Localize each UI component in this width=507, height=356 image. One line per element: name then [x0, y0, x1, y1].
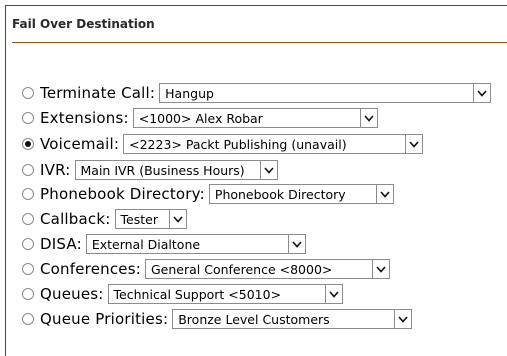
chevron-down-icon	[324, 285, 342, 303]
radio-voicemail[interactable]	[22, 138, 34, 150]
section-title: Fail Over Destination	[12, 17, 155, 31]
option-extensions: Extensions: <1000> Alex Robar	[22, 107, 378, 129]
option-ivr: IVR: Main IVR (Business Hours)	[22, 159, 278, 181]
chevron-down-icon	[405, 135, 422, 153]
option-label: Queue Priorities:	[40, 310, 169, 328]
chevron-down-icon	[394, 310, 411, 328]
select-value: <1000> Alex Robar	[138, 110, 263, 126]
radio-queue-priorities[interactable]	[22, 313, 34, 325]
option-disa: DISA: External Dialtone	[22, 233, 306, 255]
chevron-down-icon	[375, 185, 393, 203]
select-value: Main IVR (Business Hours)	[80, 162, 245, 178]
select-value: Hangup	[165, 85, 214, 101]
radio-phonebook-directory[interactable]	[22, 188, 34, 200]
radio-ivr[interactable]	[22, 164, 34, 176]
option-label: Extensions:	[40, 109, 129, 127]
option-callback: Callback: Tester	[22, 208, 187, 230]
radio-disa[interactable]	[22, 238, 34, 250]
radio-conferences[interactable]	[22, 263, 34, 275]
terminate-call-select[interactable]: Hangup	[159, 83, 492, 103]
option-phonebook-directory: Phonebook Directory: Phonebook Directory	[22, 183, 394, 205]
radio-extensions[interactable]	[22, 112, 34, 124]
select-value: Technical Support <5010>	[113, 286, 282, 302]
chevron-down-icon	[473, 84, 490, 102]
chevron-down-icon	[287, 235, 305, 253]
option-voicemail: Voicemail: <2223> Packt Publishing (unav…	[22, 133, 424, 155]
option-label: IVR:	[40, 161, 71, 179]
radio-callback[interactable]	[22, 213, 34, 225]
chevron-down-icon	[259, 161, 277, 179]
conferences-select[interactable]: General Conference <8000>	[144, 259, 390, 279]
queue-priorities-select[interactable]: Bronze Level Customers	[172, 309, 413, 329]
radio-terminate-call[interactable]	[22, 87, 34, 99]
chevron-down-icon	[359, 109, 377, 127]
option-label: Phonebook Directory:	[40, 185, 205, 203]
queues-select[interactable]: Technical Support <5010>	[107, 284, 343, 304]
option-label: Callback:	[40, 210, 111, 228]
callback-select[interactable]: Tester	[114, 209, 187, 229]
option-queue-priorities: Queue Priorities: Bronze Level Customers	[22, 308, 413, 330]
radio-queues[interactable]	[22, 288, 34, 300]
select-value: Bronze Level Customers	[178, 311, 330, 327]
option-queues: Queues: Technical Support <5010>	[22, 283, 343, 305]
option-label: Queues:	[40, 285, 104, 303]
phonebook-directory-select[interactable]: Phonebook Directory	[208, 184, 394, 204]
option-label: Terminate Call:	[40, 84, 156, 102]
select-value: Tester	[120, 211, 158, 227]
select-value: General Conference <8000>	[150, 261, 333, 277]
disa-select[interactable]: External Dialtone	[85, 234, 306, 254]
select-value: External Dialtone	[91, 236, 201, 252]
option-label: Voicemail:	[40, 135, 120, 153]
extensions-select[interactable]: <1000> Alex Robar	[132, 108, 378, 128]
chevron-down-icon	[371, 260, 389, 278]
option-terminate-call: Terminate Call: Hangup	[22, 82, 492, 104]
section-divider	[12, 42, 507, 43]
option-label: Conferences:	[40, 260, 141, 278]
select-value: <2223> Packt Publishing (unavail)	[129, 136, 347, 152]
ivr-select[interactable]: Main IVR (Business Hours)	[74, 160, 278, 180]
select-value: Phonebook Directory	[214, 186, 346, 202]
voicemail-select[interactable]: <2223> Packt Publishing (unavail)	[123, 134, 424, 154]
option-label: DISA:	[40, 235, 82, 253]
option-conferences: Conferences: General Conference <8000>	[22, 258, 390, 280]
chevron-down-icon	[168, 210, 186, 228]
